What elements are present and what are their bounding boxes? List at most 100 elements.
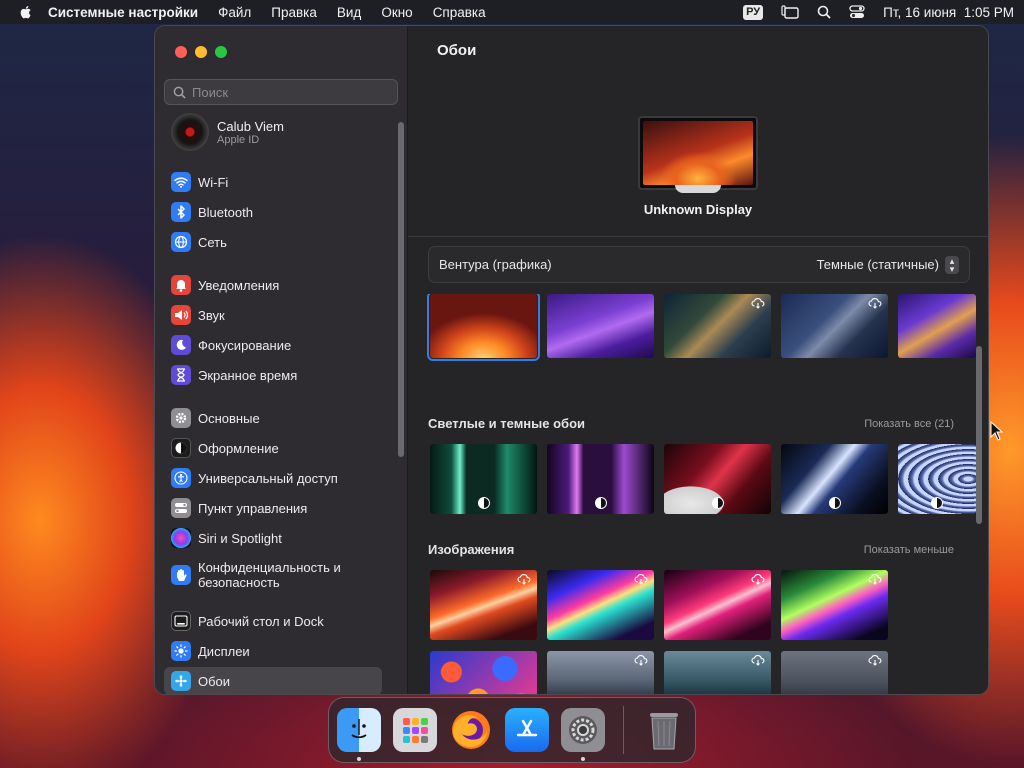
apple-id-account[interactable]: Calub Viem Apple ID: [171, 113, 284, 151]
wallpaper-gallery: Светлые и темные обои Показать все (21): [408, 294, 976, 694]
zoom-button[interactable]: [215, 46, 227, 58]
sidebar-item-screen-time[interactable]: Экранное время: [164, 361, 382, 389]
sidebar-item-wallpaper[interactable]: Обои: [164, 667, 382, 694]
trash-icon[interactable]: [642, 708, 686, 752]
menu-clock[interactable]: Пт, 16 июня 1:05 PM: [883, 5, 1014, 20]
wallpaper-thumb[interactable]: [547, 294, 654, 358]
globe-icon: [171, 232, 191, 252]
app-store-icon[interactable]: [505, 708, 549, 752]
sidebar-item-siri-spotlight[interactable]: Siri и Spotlight: [164, 524, 382, 552]
sidebar-item-focus[interactable]: Фокусирование: [164, 331, 382, 359]
wallpaper-thumb[interactable]: [430, 651, 537, 694]
display-stand: [675, 185, 721, 193]
wallpaper-thumb[interactable]: [427, 294, 540, 361]
dynamic-wallpaper-thumb[interactable]: [547, 444, 654, 514]
sidebar-item-desktop-dock[interactable]: Рабочий стол и Dock: [164, 607, 382, 635]
dynamic-wallpaper-thumb[interactable]: [781, 444, 888, 514]
firefox-icon[interactable]: [449, 708, 493, 752]
dock-separator: [623, 706, 624, 754]
window-controls: [175, 46, 227, 58]
sidebar-item-label: Конфиденциальность и безопасность: [198, 560, 341, 590]
download-cloud-icon: [634, 574, 648, 585]
control-center-icon[interactable]: [849, 5, 865, 19]
display-wallpaper-preview: [643, 121, 753, 185]
sidebar-scrollbar[interactable]: [398, 122, 404, 457]
sidebar-item-label: Звук: [198, 307, 225, 323]
running-indicator: [357, 757, 361, 761]
dock: [328, 697, 696, 763]
accessibility-icon: [171, 468, 191, 488]
apple-menu-icon[interactable]: [18, 4, 34, 20]
search-field[interactable]: [164, 79, 398, 105]
search-input[interactable]: [192, 84, 382, 100]
sidebar-item-network[interactable]: Сеть: [164, 228, 382, 256]
sidebar-item-sound[interactable]: Звук: [164, 301, 382, 329]
wallpaper-name: Вентура (графика): [439, 257, 552, 272]
sidebar-item-label: Siri и Spotlight: [198, 530, 282, 546]
sidebar-item-privacy-security[interactable]: Конфиденциальность и безопасность: [164, 554, 382, 596]
sidebar-item-label: Рабочий стол и Dock: [198, 613, 324, 629]
finder-icon[interactable]: [337, 708, 381, 761]
wallpaper-thumb[interactable]: [781, 570, 888, 640]
section-title-images: Изображения: [428, 542, 515, 557]
show-all-link[interactable]: Показать все (21): [864, 418, 954, 430]
page-title: Обои: [437, 42, 477, 59]
minimize-button[interactable]: [195, 46, 207, 58]
sidebar-item-displays[interactable]: Дисплеи: [164, 637, 382, 665]
sidebar-item-notifications[interactable]: Уведомления: [164, 271, 382, 299]
gallery-scrollbar[interactable]: [976, 346, 982, 524]
sun-icon: [171, 641, 191, 661]
sidebar-item-label: Wi-Fi: [198, 174, 229, 190]
menu-edit[interactable]: Правка: [271, 5, 317, 20]
dynamic-mode-icon: [828, 497, 841, 509]
account-name: Calub Viem: [217, 118, 284, 134]
dynamic-mode-icon: [931, 497, 943, 509]
download-cloud-icon: [751, 574, 765, 585]
sidebar-item-label: Сеть: [198, 234, 227, 250]
gear-icon: [171, 408, 191, 428]
menu-file[interactable]: Файл: [218, 5, 251, 20]
wallpaper-thumb[interactable]: [664, 294, 771, 358]
dynamic-wallpaper-thumb[interactable]: [664, 444, 771, 514]
sidebar-item-appearance[interactable]: Оформление: [164, 434, 382, 462]
wallpaper-style: Темные (статичные): [816, 257, 939, 272]
wallpaper-thumb[interactable]: [547, 570, 654, 640]
stage-manager-icon[interactable]: [781, 5, 799, 19]
dynamic-mode-icon: [477, 497, 490, 509]
dock-icon: [171, 611, 191, 631]
system-settings-window: Calub Viem Apple ID Wi-Fi Bluetooth Сеть…: [154, 25, 989, 695]
menu-app-name[interactable]: Системные настройки: [48, 5, 198, 20]
input-source-indicator[interactable]: РУ: [743, 4, 764, 20]
wallpaper-style-popup[interactable]: Темные (статичные) ▴ ▾: [816, 255, 959, 274]
sidebar-item-label: Дисплеи: [198, 643, 250, 659]
dynamic-wallpaper-thumb[interactable]: [898, 444, 976, 514]
wallpaper-thumb[interactable]: [664, 570, 771, 640]
sidebar-item-control-center[interactable]: Пункт управления: [164, 494, 382, 522]
close-button[interactable]: [175, 46, 187, 58]
spotlight-search-icon[interactable]: [817, 5, 831, 19]
wallpaper-thumb[interactable]: [547, 651, 654, 694]
wallpaper-thumb[interactable]: [430, 570, 537, 640]
divider: [408, 236, 988, 237]
account-subtitle: Apple ID: [217, 133, 260, 146]
dynamic-wallpaper-thumb[interactable]: [430, 444, 537, 514]
system-settings-icon[interactable]: [561, 708, 605, 761]
avatar: [171, 113, 209, 151]
launchpad-icon[interactable]: [393, 708, 437, 752]
sidebar-item-general[interactable]: Основные: [164, 404, 382, 432]
download-cloud-icon: [634, 655, 648, 666]
wallpaper-thumb[interactable]: [664, 651, 771, 694]
wallpaper-thumb[interactable]: [898, 294, 976, 358]
sidebar-item-label: Уведомления: [198, 277, 280, 293]
sidebar-item-bluetooth[interactable]: Bluetooth: [164, 198, 382, 226]
download-cloud-icon: [751, 655, 765, 666]
show-less-link[interactable]: Показать меньше: [864, 544, 954, 556]
menu-window[interactable]: Окно: [381, 5, 412, 20]
wallpaper-thumb[interactable]: [781, 651, 888, 694]
display-name: Unknown Display: [643, 202, 753, 217]
sidebar-item-accessibility[interactable]: Универсальный доступ: [164, 464, 382, 492]
wallpaper-thumb[interactable]: [781, 294, 888, 358]
menu-help[interactable]: Справка: [433, 5, 486, 20]
menu-view[interactable]: Вид: [337, 5, 361, 20]
sidebar-item-wifi[interactable]: Wi-Fi: [164, 168, 382, 196]
